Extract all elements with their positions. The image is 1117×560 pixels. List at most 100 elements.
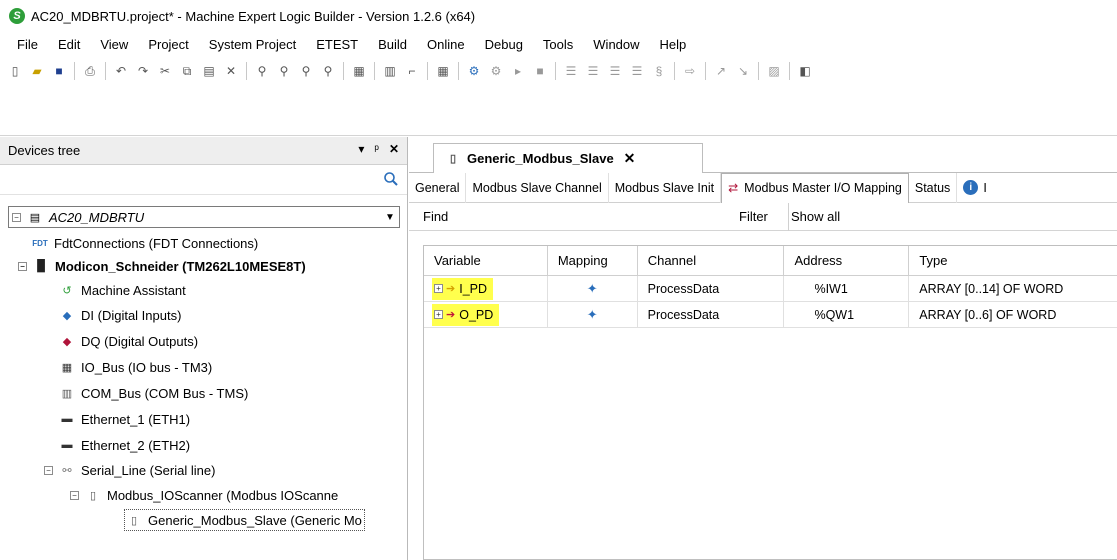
column-header-channel[interactable]: Channel (638, 246, 785, 275)
help-icon[interactable]: ◧ (796, 62, 814, 80)
insert-icon[interactable]: ⌐ (403, 62, 421, 80)
tab-label: Modbus Master I/O Mapping (744, 181, 902, 195)
table-row[interactable]: + ➔ I_PD ✦ ProcessData %IW1 ARRAY [0..14… (424, 276, 1117, 302)
tab-status[interactable]: Status (909, 172, 958, 203)
menu-build[interactable]: Build (368, 37, 417, 52)
run-icon[interactable]: ▸ (509, 62, 527, 80)
menu-file[interactable]: File (7, 37, 48, 52)
step-over-icon[interactable]: ☰ (562, 62, 580, 80)
device-icon[interactable]: ▦ (350, 62, 368, 80)
replace-icon[interactable]: ⚲ (319, 62, 337, 80)
highlighted-variable: + ➔ O_PD (432, 303, 500, 326)
close-icon[interactable]: ✕ (389, 142, 399, 156)
chevron-down-icon[interactable]: ▼ (384, 211, 396, 223)
paste-icon[interactable]: ▤ (200, 62, 218, 80)
collapse-icon[interactable]: − (44, 465, 53, 475)
devices-search-input[interactable] (0, 168, 380, 192)
find-icon[interactable]: ⚲ (253, 62, 271, 80)
mapping-cell[interactable]: ✦ (548, 302, 638, 327)
arrow-icon[interactable]: ⇨ (681, 62, 699, 80)
tree-node-di[interactable]: ◆ DI (Digital Inputs) (58, 304, 182, 326)
menu-edit[interactable]: Edit (48, 37, 90, 52)
add-device-icon[interactable]: ▥ (381, 62, 399, 80)
column-header-variable[interactable]: Variable (424, 246, 548, 275)
menu-etest[interactable]: ETEST (306, 37, 368, 52)
tab-modbus-master-io-mapping[interactable]: ⇄ Modbus Master I/O Mapping (721, 172, 909, 203)
variable-name: I_PD (459, 281, 488, 296)
tree-node-ethernet-2[interactable]: ▬ Ethernet_2 (ETH2) (58, 434, 191, 456)
login-icon[interactable]: ⚙ (465, 62, 483, 80)
tree-node-machine-assistant[interactable]: ↺ Machine Assistant (58, 279, 185, 301)
filter-select[interactable]: Show all (788, 202, 1117, 231)
close-icon[interactable]: ✕ (624, 150, 636, 167)
table-row[interactable]: + ➔ O_PD ✦ ProcessData %QW1 ARRAY [0..6]… (424, 302, 1117, 328)
menu-system-project[interactable]: System Project (199, 37, 306, 52)
save-icon[interactable]: ■ (50, 62, 68, 80)
step-into-icon[interactable]: ☰ (584, 62, 602, 80)
pin-icon[interactable]: ᵖ (374, 142, 379, 156)
tree-root[interactable]: − ▤ AC20_MDBRTU ▼ (8, 206, 400, 228)
calendar-icon[interactable]: ▦ (434, 62, 452, 80)
tree-node-ethernet-1[interactable]: ▬ Ethernet_1 (ETH1) (58, 408, 191, 430)
tree-node-generic-modbus-slave[interactable]: ▯ Generic_Modbus_Slave (Generic Mo (124, 509, 365, 531)
column-header-type[interactable]: Type (909, 246, 1117, 275)
breakpoint-icon[interactable]: ☰ (628, 62, 646, 80)
menu-tools[interactable]: Tools (533, 37, 583, 52)
force-icon[interactable]: ↘ (734, 62, 752, 80)
step-out-icon[interactable]: ☰ (606, 62, 624, 80)
devices-tree-panel: Devices tree ▾ ᵖ ✕ − ▤ AC20_MDBRTU ▼ FDT… (0, 137, 408, 560)
menu-window[interactable]: Window (583, 37, 649, 52)
io-mapping-table: Variable Mapping Channel Address Type + … (423, 245, 1117, 560)
project-icon: ▤ (29, 211, 41, 224)
tab-information[interactable]: i I (957, 173, 992, 203)
document-tab[interactable]: ▯ Generic_Modbus_Slave ✕ (433, 143, 703, 173)
open-icon[interactable]: ▰ (28, 62, 46, 80)
menu-help[interactable]: Help (650, 37, 697, 52)
module-icon: ▯ (89, 489, 97, 502)
tree-node-com-bus[interactable]: ▥ COM_Bus (COM Bus - TMS) (58, 382, 249, 404)
cut-icon[interactable]: ✂ (156, 62, 174, 80)
find-replace-icon[interactable]: ⚲ (297, 62, 315, 80)
tree-node-modicon[interactable]: − █ Modicon_Schneider (TM262L10MESE8T) (18, 255, 306, 277)
panel-menu-icon[interactable]: ▾ (358, 142, 364, 156)
tab-modbus-slave-init[interactable]: Modbus Slave Init (609, 172, 722, 203)
stop-icon[interactable]: ■ (531, 62, 549, 80)
menu-debug[interactable]: Debug (475, 37, 533, 52)
redo-icon[interactable]: ↷ (134, 62, 152, 80)
tab-modbus-slave-channel[interactable]: Modbus Slave Channel (466, 172, 609, 203)
find-input[interactable] (464, 206, 739, 228)
new-icon[interactable]: ▯ (6, 62, 24, 80)
tree-node-modbus-ioscanner[interactable]: − ▯ Modbus_IOScanner (Modbus IOScanne (70, 484, 338, 506)
delete-icon[interactable]: ✕ (222, 62, 240, 80)
variable-cell[interactable]: + ➔ I_PD (424, 276, 548, 301)
type-cell: ARRAY [0..6] OF WORD (919, 307, 1057, 322)
copy-icon[interactable]: ⧉ (178, 62, 196, 80)
flow-icon[interactable]: § (650, 62, 668, 80)
tab-general[interactable]: General (409, 172, 467, 203)
collapse-icon[interactable]: − (12, 212, 21, 222)
undo-icon[interactable]: ↶ (112, 62, 130, 80)
tree-node-dq[interactable]: ◆ DQ (Digital Outputs) (58, 330, 198, 352)
expand-icon[interactable]: + (434, 310, 443, 319)
column-header-mapping[interactable]: Mapping (548, 246, 638, 275)
find-next-icon[interactable]: ⚲ (275, 62, 293, 80)
column-header-address[interactable]: Address (784, 246, 910, 275)
toolbar-separator (705, 62, 706, 80)
unforce-icon[interactable]: ▨ (765, 62, 783, 80)
menu-project[interactable]: Project (138, 37, 198, 52)
expand-icon[interactable]: + (434, 284, 443, 293)
tree-node-serial-line[interactable]: − ⚯ Serial_Line (Serial line) (44, 459, 215, 481)
menu-view[interactable]: View (90, 37, 138, 52)
variable-cell[interactable]: + ➔ O_PD (424, 302, 548, 327)
logout-icon[interactable]: ⚙ (487, 62, 505, 80)
write-icon[interactable]: ↗ (712, 62, 730, 80)
collapse-icon[interactable]: − (18, 261, 27, 271)
print-icon[interactable]: ⎙ (81, 62, 99, 80)
mapping-cell[interactable]: ✦ (548, 276, 638, 301)
tree-node-io-bus[interactable]: ▦ IO_Bus (IO bus - TM3) (58, 356, 212, 378)
collapse-icon[interactable]: − (70, 490, 79, 500)
tree-node-fdtconnections[interactable]: FDT FdtConnections (FDT Connections) (31, 232, 258, 254)
search-icon[interactable] (383, 171, 399, 187)
toolbar-separator (427, 62, 428, 80)
menu-online[interactable]: Online (417, 37, 475, 52)
